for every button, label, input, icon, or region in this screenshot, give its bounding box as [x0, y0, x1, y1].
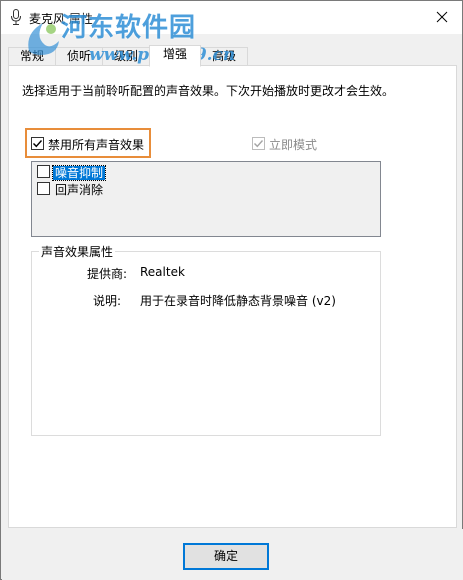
noise-suppression-label: 噪音抑制: [51, 165, 107, 181]
noise-suppression-checkbox[interactable]: [37, 165, 50, 178]
tab-advanced[interactable]: 高级: [200, 47, 248, 66]
effect-item-echo-cancellation[interactable]: 回声消除: [55, 181, 103, 198]
tab-general[interactable]: 常规: [8, 47, 56, 66]
disable-all-checkbox[interactable]: [31, 137, 44, 150]
ok-button[interactable]: 确定: [183, 543, 269, 570]
microphone-icon: [11, 9, 21, 25]
group-title: 声音效果属性: [39, 243, 116, 260]
immediate-mode-label: 立即模式: [269, 138, 318, 152]
tab-enhancements[interactable]: 增强: [149, 45, 201, 67]
immediate-mode-checkbox[interactable]: [252, 137, 265, 150]
description-key: 说明:: [92, 294, 121, 308]
echo-cancellation-checkbox[interactable]: [37, 182, 50, 195]
window-title: 麦克风 属性: [29, 12, 93, 26]
tab-listen[interactable]: 侦听: [55, 47, 103, 66]
description-value: 用于在录音时降低静态背景噪音 (v2): [140, 294, 336, 308]
description-text: 选择适用于当前聆听配置的声音效果。下次开始播放时更改才会生效。: [22, 84, 395, 98]
checkmark-icon: [33, 140, 43, 148]
provider-key: 提供商:: [86, 267, 127, 281]
provider-value: Realtek: [140, 265, 185, 279]
close-icon: [436, 11, 448, 23]
disable-all-label[interactable]: 禁用所有声音效果: [48, 136, 144, 153]
close-button[interactable]: [429, 5, 455, 29]
effect-item-noise-suppression[interactable]: 噪音抑制: [51, 164, 107, 181]
checkmark-icon: [254, 140, 264, 148]
title-bar: 麦克风 属性: [1, 1, 462, 34]
properties-window: 麦克风 属性 常规 侦听 级别 增强 高级 选择适用于当前聆听配置的声音效果。下…: [0, 0, 463, 580]
tab-levels[interactable]: 级别: [102, 47, 150, 66]
tab-strip: 常规 侦听 级别 增强 高级: [8, 45, 458, 67]
